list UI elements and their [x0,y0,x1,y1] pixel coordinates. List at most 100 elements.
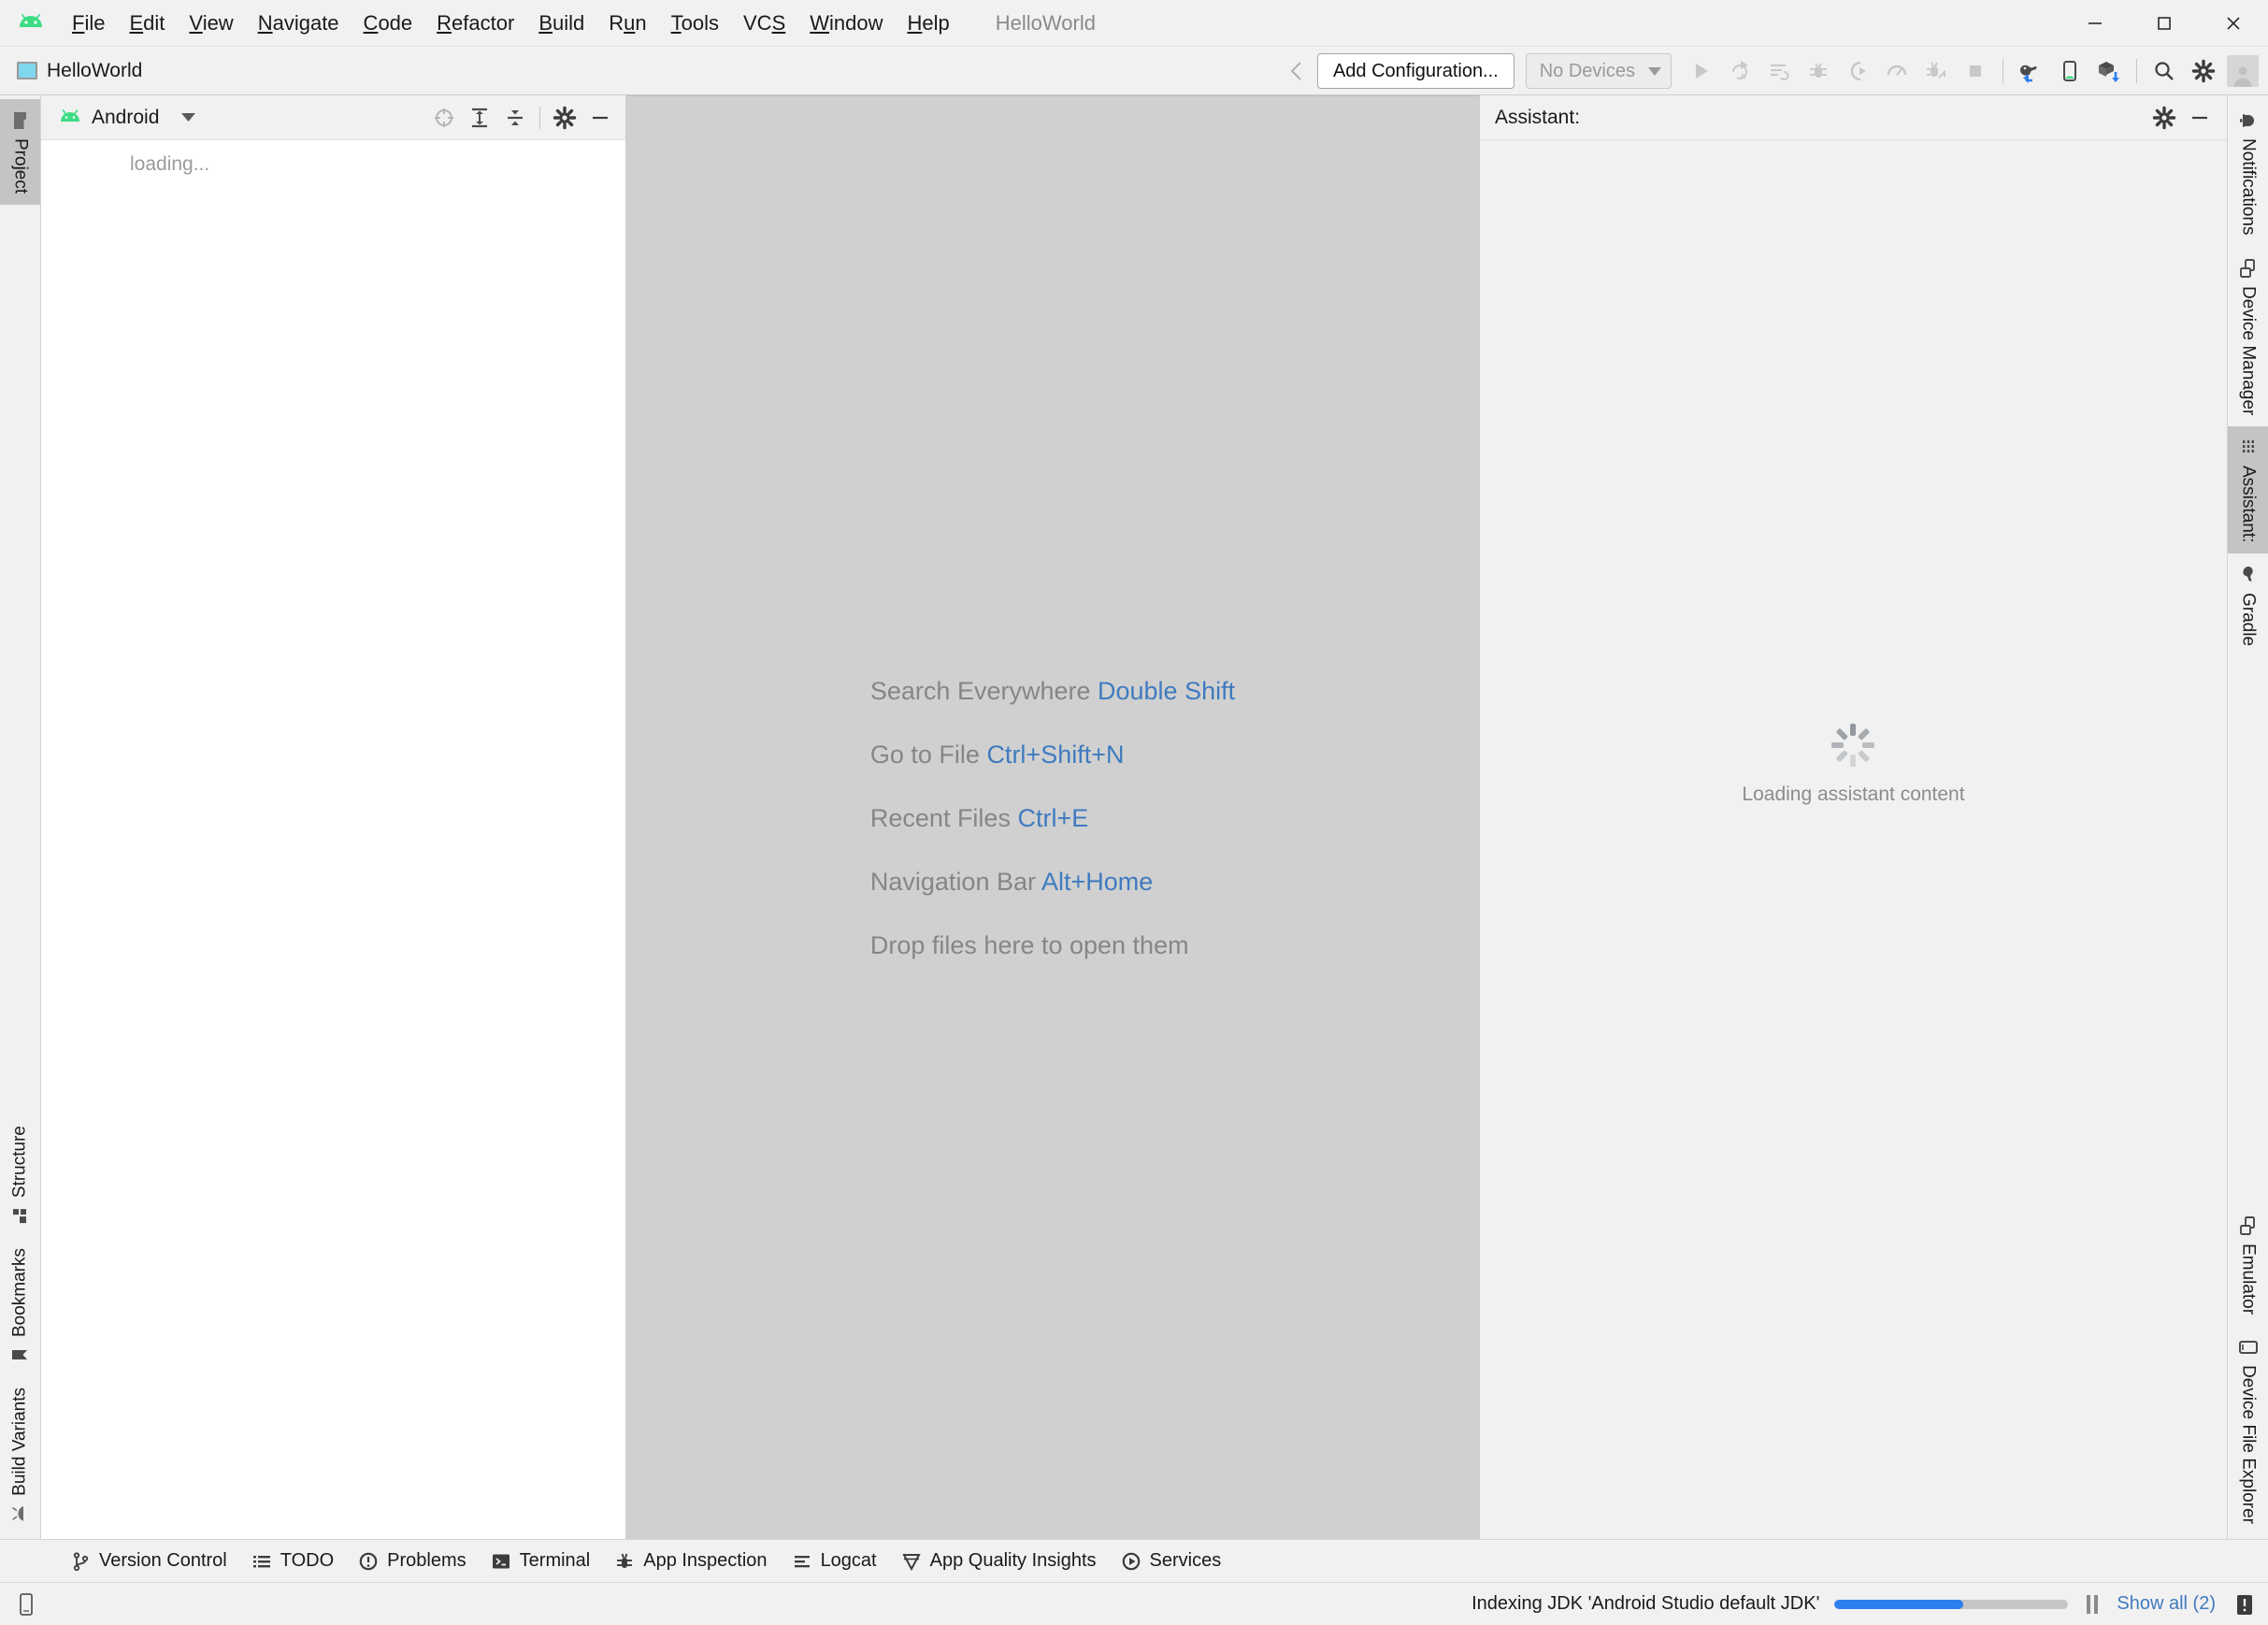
assistant-panel-actions [2146,100,2218,136]
notification-warning-icon[interactable] [2231,1590,2259,1618]
menu-item-vcs[interactable]: VCS [731,0,797,47]
bottom-tab-app-quality-insights[interactable]: App Quality Insights [889,1545,1109,1577]
bottom-tab-logcat[interactable]: Logcat [780,1545,889,1577]
device-selector-combo[interactable]: No Devices [1525,53,1672,89]
tool-tab-structure[interactable]: Structure [0,1114,40,1237]
chevron-down-icon [181,113,196,122]
tool-tab-label: Assistant: [2238,465,2259,543]
problems-icon [358,1551,379,1572]
menu-item-view[interactable]: View [177,0,245,47]
sdk-manager-icon[interactable] [2089,51,2129,91]
minimize-icon[interactable] [2060,0,2130,47]
device-toggle-icon[interactable] [11,1589,41,1619]
menu-item-navigate[interactable]: Navigate [246,0,352,47]
bottom-tab-version-control[interactable]: Version Control [58,1545,239,1577]
bottom-tab-app-inspection[interactable]: App Inspection [602,1545,779,1577]
settings-gear-icon[interactable] [2146,100,2182,136]
avd-manager-icon[interactable] [2050,51,2089,91]
right-tool-strip-bottom: Emulator Device File Explorer [2228,1204,2268,1535]
assistant-list-icon [2238,438,2259,458]
collapse-all-icon[interactable] [497,100,533,136]
tool-tab-build-variants[interactable]: Build Variants [0,1376,40,1535]
debug-icon[interactable] [1799,51,1838,91]
menu-item-run[interactable]: Run [596,0,658,47]
spinner-spoke [1836,727,1849,741]
project-panel-header: Android [41,95,625,140]
tool-tab-bookmarks[interactable]: Bookmarks [0,1237,40,1376]
bottom-tab-label: Logcat [820,1550,877,1571]
assistant-tool-window: Assistant: Loading assistant content [1479,95,2227,1539]
menu-item-code[interactable]: Code [352,0,425,47]
tool-tab-project[interactable]: Project [0,99,40,206]
profiler-icon[interactable] [1877,51,1916,91]
project-tree[interactable]: loading... [41,140,625,1539]
android-variant-icon [10,1503,31,1524]
editor-hint-action: Navigation Bar [869,867,1041,896]
editor-hint-row: Navigation Bar Alt+Home [870,850,1235,913]
tool-tab-notifications[interactable]: Notifications [2228,99,2268,247]
menu-item-tools[interactable]: Tools [659,0,731,47]
search-icon[interactable] [2145,51,2184,91]
apply-code-changes-icon[interactable]: A [1720,51,1759,91]
menu-item-file[interactable]: File [60,0,117,47]
editor-hint-shortcut: Double Shift [1098,676,1236,705]
tool-tab-device-file-explorer[interactable]: Device File Explorer [2228,1326,2268,1535]
expand-all-icon[interactable] [462,100,497,136]
menu-item-window[interactable]: Window [797,0,895,47]
bottom-tab-label: Problems [387,1550,467,1571]
settings-gear-icon[interactable] [547,100,582,136]
bottom-tab-label: Version Control [99,1550,227,1571]
tool-tab-assistant[interactable]: Assistant: [2228,425,2268,554]
stop-icon[interactable] [1956,51,1995,91]
navigate-back-icon[interactable] [1278,51,1317,91]
hide-icon[interactable] [582,100,618,136]
apply-changes-restart-icon[interactable] [1759,51,1799,91]
tool-tab-emulator[interactable]: Emulator [2228,1204,2268,1326]
editor-drop-hint: Drop files here to open them [869,930,1189,959]
assistant-loading-text: Loading assistant content [1742,784,1965,805]
bottom-tab-problems[interactable]: Problems [346,1545,478,1577]
tool-tab-label: Device Manager [2238,285,2259,415]
left-tool-strip: Project Structure Bookmarks Build Variants [0,95,41,1539]
assistant-panel-header: Assistant: [1480,95,2227,140]
tool-tab-label: Device File Explorer [2238,1365,2259,1524]
tool-tab-gradle[interactable]: Gradle [2228,554,2268,657]
left-tool-strip-top: Project [0,99,40,206]
bottom-tab-terminal[interactable]: Terminal [479,1545,603,1577]
android-logo-icon [15,7,47,39]
gradle-sync-icon[interactable] [2011,51,2050,91]
editor-empty-area[interactable]: Search Everywhere Double Shift Go to File… [626,95,1479,1539]
run-icon[interactable] [1681,51,1720,91]
status-bar-left [0,1589,41,1619]
main-toolbar: HelloWorld Add Configuration... No Devic… [0,47,2268,95]
editor-hint-row: Recent Files Ctrl+E [870,786,1235,850]
pause-icon[interactable] [2083,1593,2102,1616]
bottom-tab-todo[interactable]: TODO [239,1545,346,1577]
settings-gear-icon[interactable] [2184,51,2223,91]
services-icon [1121,1551,1141,1572]
add-configuration-button[interactable]: Add Configuration... [1316,53,1514,89]
show-all-link[interactable]: Show all (2) [2117,1593,2216,1615]
main-body: Project Structure Bookmarks Build Variants… [0,95,2268,1539]
close-icon[interactable] [2199,0,2268,47]
attach-debugger-icon[interactable] [1916,51,1956,91]
menu-item-help[interactable]: Help [896,0,962,47]
select-opened-file-icon[interactable] [426,100,462,136]
editor-hint-action: Search Everywhere [869,676,1098,705]
tool-tab-label: Project [10,138,31,194]
indexing-progress-fill [1834,1599,1963,1609]
hide-icon[interactable] [2182,100,2218,136]
menu-item-refactor[interactable]: Refactor [424,0,526,47]
bottom-tab-services[interactable]: Services [1109,1545,1234,1577]
bottom-tab-label: Terminal [519,1550,591,1571]
project-view-selector[interactable]: Android [58,107,196,129]
tool-tab-device-manager[interactable]: Device Manager [2228,247,2268,426]
user-avatar-icon[interactable] [2223,51,2262,91]
maximize-icon[interactable] [2130,0,2199,47]
menu-item-build[interactable]: Build [526,0,596,47]
android-studio-window: File Edit View Navigate Code Refactor Build Run… [0,0,2268,1625]
module-chip[interactable]: HelloWorld [17,60,142,82]
run-with-coverage-icon[interactable] [1838,51,1877,91]
todo-list-icon [251,1551,272,1572]
menu-item-edit[interactable]: Edit [117,0,177,47]
